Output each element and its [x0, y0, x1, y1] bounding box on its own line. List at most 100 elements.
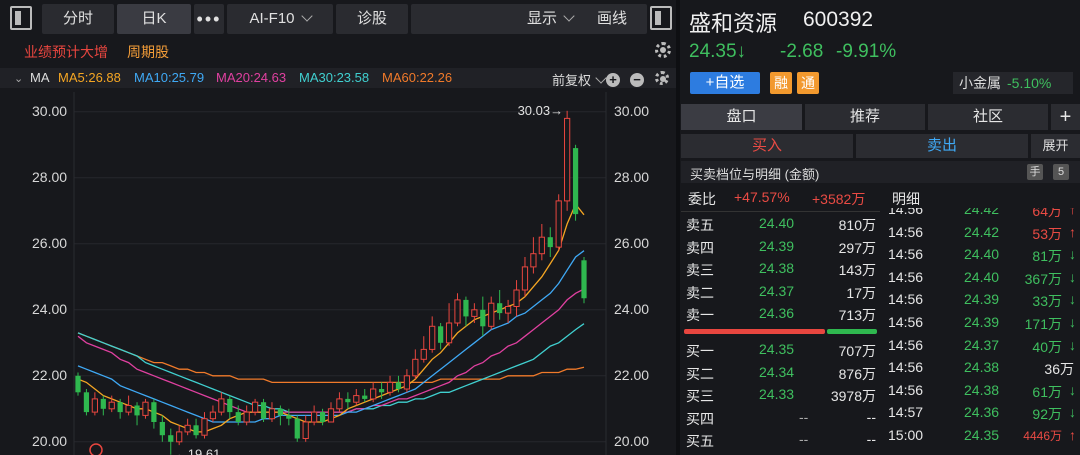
collapse-icon[interactable]: ⌄ [14, 72, 23, 85]
bid-row[interactable]: 买五 -- -- [681, 429, 880, 451]
sidebar-toggle-icon[interactable] [10, 6, 32, 30]
candle-body [243, 411, 250, 423]
stock-name: 盛和资源 [689, 11, 778, 36]
add-watchlist-button[interactable]: +自选 [690, 72, 760, 94]
ai-f10-dropdown[interactable]: AI-F10 [227, 4, 333, 34]
candle-body [353, 395, 360, 403]
add-tab-icon[interactable]: + [1051, 104, 1080, 130]
ask-row[interactable]: 卖一 24.36 713万 [681, 303, 880, 325]
level-label: 买二 [686, 365, 714, 382]
gear-icon[interactable] [655, 42, 671, 58]
ask-row[interactable]: 卖二 24.37 17万 [681, 281, 880, 303]
sector-chip[interactable]: 小金属 -5.10% [953, 72, 1073, 94]
zoom-out-icon[interactable]: − [630, 73, 644, 87]
tab-community[interactable]: 社区 [928, 104, 1048, 130]
bid-row[interactable]: 买四 -- -- [681, 407, 880, 429]
level-volume: -- [866, 408, 876, 425]
tick-amount: 40万 [1032, 338, 1062, 355]
tab-fenshi[interactable]: 分时 [42, 4, 114, 34]
expand-button[interactable]: 展开 [1031, 134, 1080, 158]
tag-earnings[interactable]: 业绩预计大增 [24, 42, 108, 62]
level-label: 卖五 [686, 217, 714, 233]
refresh-icon [89, 443, 103, 455]
tick-amount: 171万 [1024, 316, 1062, 332]
diagnose-button[interactable]: 诊股 [336, 4, 408, 34]
hand-unit-badge[interactable]: 手 [1027, 164, 1043, 180]
adjust-selector[interactable]: 前复权 [552, 70, 607, 89]
bid-row[interactable]: 买三 24.33 3978万 [681, 384, 880, 406]
draw-line-button[interactable]: 画线 [597, 4, 627, 34]
tick-direction-icon: ↓ [1069, 381, 1076, 398]
candle-body [530, 253, 537, 268]
level-price: 24.34 [759, 363, 795, 380]
candle-body [572, 148, 579, 215]
ma30-value: MA30:23.58 [299, 70, 370, 85]
tab-pankou[interactable]: 盘口 [681, 104, 802, 130]
ma20-value: MA20:24.63 [216, 70, 287, 85]
level-count-badge[interactable]: 5 [1053, 164, 1069, 180]
tab-recommend[interactable]: 推荐 [805, 104, 925, 130]
low-price-label: ←19.61 [175, 447, 221, 455]
panel-divider[interactable] [676, 0, 680, 455]
stock-change: -2.68 [780, 41, 824, 62]
level-price: -- [799, 408, 809, 425]
panel-toggle-icon[interactable] [650, 6, 672, 30]
sector-name: 小金属 [959, 75, 1001, 91]
tick-row: 14:56 24.40 367万 ↓ [882, 269, 1080, 291]
more-menu-icon[interactable]: ••• [194, 4, 224, 34]
tick-price: 24.39 [964, 291, 1000, 308]
level-price: -- [799, 431, 809, 447]
candle-body [209, 411, 217, 420]
candle-body [260, 402, 267, 419]
tick-time: 14:56 [888, 314, 924, 330]
ask-row[interactable]: 卖四 24.39 297万 [681, 236, 880, 258]
level-volume: 17万 [846, 284, 876, 301]
buy-strength-bar [684, 329, 825, 334]
tick-price: 24.37 [964, 336, 1000, 353]
tab-daily-k[interactable]: 日K [117, 4, 191, 34]
tick-row: 14:57 24.36 92万 ↓ [882, 404, 1080, 426]
ask-row[interactable]: 卖五 24.40 810万 [681, 213, 880, 235]
ask-row[interactable]: 卖三 24.38 143万 [681, 258, 880, 280]
bid-row[interactable]: 买一 24.35 707万 [681, 339, 880, 361]
tick-row: 14:56 24.40 81万 ↓ [882, 246, 1080, 268]
candle-body [235, 412, 241, 422]
connect-badge[interactable]: 通 [797, 72, 819, 94]
sell-tab[interactable]: 卖出 [856, 134, 1028, 158]
level-label: 卖二 [686, 284, 714, 301]
tag-cyclical[interactable]: 周期股 [127, 42, 169, 62]
settings-gear-icon[interactable] [655, 71, 669, 85]
candle-body [412, 358, 419, 377]
tick-direction-icon: ↓ [1069, 336, 1076, 353]
kline-chart[interactable]: 30.03→ ←19.61 [0, 92, 676, 455]
candle-body [125, 405, 132, 413]
stock-price: 24.35↓ [689, 41, 747, 62]
bid-row[interactable]: 买二 24.34 876万 [681, 362, 880, 384]
candle-body [370, 388, 377, 400]
margin-badge[interactable]: 融 [770, 72, 792, 94]
tick-price: 24.40 [964, 246, 1000, 263]
weibi-pct: +47.57% [734, 189, 790, 205]
tick-direction-icon: ↓ [1069, 291, 1076, 308]
zoom-in-icon[interactable]: + [606, 73, 620, 87]
weibi-amount: +3582万 [812, 191, 866, 207]
high-price-label: 30.03→ [518, 103, 564, 118]
candle-body [403, 375, 411, 390]
level-label: 卖四 [686, 239, 714, 256]
chevron-down-icon [300, 10, 313, 22]
sector-pct: -5.10% [1007, 75, 1052, 91]
candle-body [386, 381, 394, 393]
candle-body [311, 411, 318, 423]
candle-body [480, 309, 486, 327]
candle-body [201, 418, 208, 436]
display-dropdown[interactable]: 显示 [527, 4, 575, 34]
tick-amount: 92万 [1032, 406, 1062, 423]
tick-list[interactable]: 14:56 24.42 64万 ↑ 14:56 24.42 53万 ↑ 14:56 24.40 81… [882, 208, 1080, 455]
candle-body [581, 260, 587, 299]
level-label: 卖三 [686, 262, 714, 278]
tick-time: 14:56 [888, 223, 924, 240]
candle-body [564, 117, 571, 202]
level-volume: -- [866, 431, 876, 447]
buy-tab[interactable]: 买入 [681, 134, 853, 158]
level-price: 24.37 [759, 282, 795, 299]
